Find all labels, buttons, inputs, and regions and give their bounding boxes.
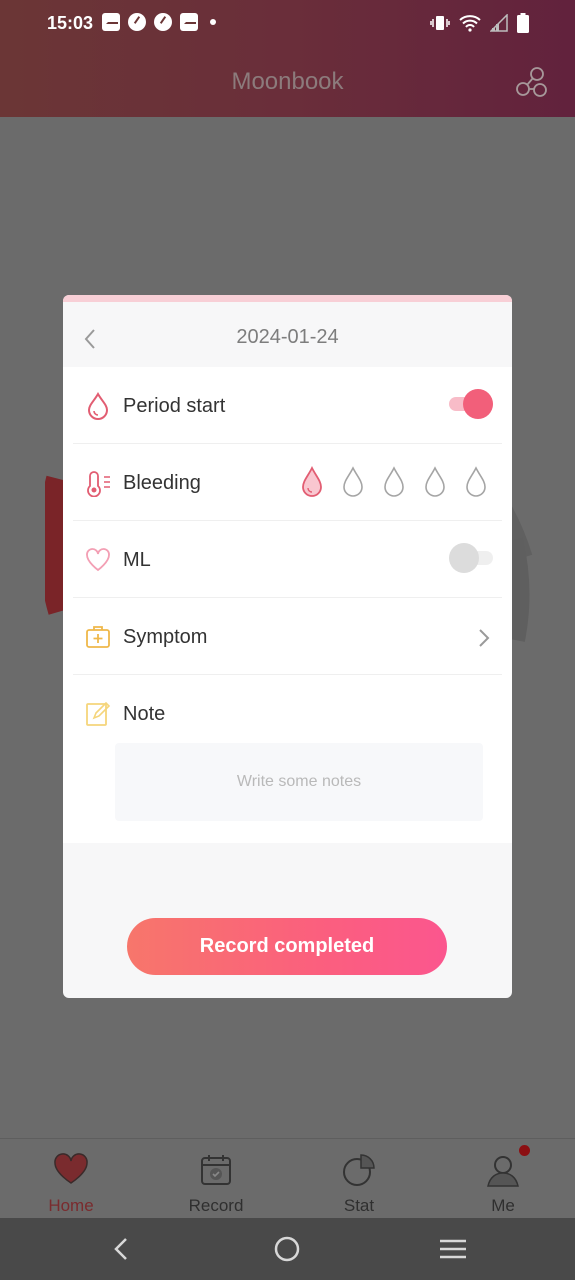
period-start-toggle[interactable] (449, 389, 493, 419)
note-label: Note (123, 703, 166, 725)
pie-chart-icon (343, 1154, 375, 1186)
bleeding-drop-3-icon[interactable] (381, 466, 407, 498)
speedometer-icon (128, 13, 146, 31)
tab-me[interactable]: Me (448, 1139, 558, 1219)
signal-icon (490, 14, 508, 32)
home-circle-icon[interactable] (273, 1235, 301, 1263)
dialog-header: 2024-01-24 (63, 302, 512, 367)
system-icons (430, 13, 529, 33)
ml-label: ML (123, 549, 151, 571)
back-icon[interactable] (108, 1235, 136, 1263)
status-time: 15:03 (47, 13, 94, 33)
symptom-row[interactable]: Symptom (73, 598, 502, 675)
status-bar: 15:03 (0, 0, 575, 48)
share-icon[interactable] (514, 66, 548, 98)
calendar-check-icon (201, 1155, 231, 1185)
thermometer-icon (87, 471, 110, 497)
dialog-accent-bar (63, 295, 512, 302)
wifi-icon (459, 15, 481, 32)
vibrate-icon (430, 16, 450, 30)
dialog-date: 2024-01-24 (236, 326, 339, 348)
menu-icon[interactable] (439, 1235, 467, 1263)
tab-stat[interactable]: Stat (304, 1139, 414, 1219)
note-row: Note (73, 675, 502, 752)
tab-me-label: Me (491, 1196, 515, 1215)
tab-stat-label: Stat (343, 1196, 375, 1215)
period-start-row: Period start (73, 367, 502, 444)
medical-kit-icon (86, 626, 110, 648)
bleeding-row: Bleeding (73, 444, 502, 521)
tab-home[interactable]: Home (16, 1139, 126, 1219)
bleeding-drop-1-icon[interactable] (299, 466, 325, 498)
ml-row: ML (73, 521, 502, 598)
tab-record-label: Record (188, 1196, 244, 1215)
chevron-right-icon (479, 629, 490, 647)
notification-badge (519, 1145, 530, 1156)
bleeding-drop-5-icon[interactable] (463, 466, 489, 498)
record-completed-button[interactable]: Record completed (127, 918, 447, 975)
heart-icon (54, 1153, 88, 1184)
period-start-label: Period start (123, 395, 226, 417)
app-title: Moonbook (231, 68, 344, 95)
battery-icon (517, 13, 529, 33)
app-header: 15:03 Moonbook (0, 0, 575, 117)
shopping-bag-icon (180, 13, 198, 31)
toggle-knob (449, 543, 479, 573)
note-input[interactable]: Write some notes (115, 743, 483, 821)
system-navigation-bar (0, 1218, 575, 1280)
bottom-navigation: Home Record Stat Me (0, 1138, 575, 1218)
shopping-bag-icon (102, 13, 120, 31)
ml-toggle[interactable] (449, 543, 493, 573)
speedometer-icon (154, 13, 172, 31)
bleeding-level-selector (299, 466, 489, 498)
toggle-knob (463, 389, 493, 419)
heart-outline-icon (86, 548, 110, 572)
symptom-label: Symptom (123, 626, 208, 648)
edit-note-icon (86, 701, 111, 726)
more-notifications-dot (210, 19, 216, 25)
record-dialog: 2024-01-24 Period start Bleeding ML Symp… (63, 295, 512, 998)
bleeding-drop-2-icon[interactable] (340, 466, 366, 498)
drop-icon (87, 392, 109, 420)
bleeding-label: Bleeding (123, 472, 201, 494)
person-icon (487, 1156, 519, 1187)
tab-record[interactable]: Record (161, 1139, 271, 1219)
tab-home-label: Home (48, 1196, 94, 1215)
bleeding-drop-4-icon[interactable] (422, 466, 448, 498)
notification-icons (102, 13, 216, 31)
